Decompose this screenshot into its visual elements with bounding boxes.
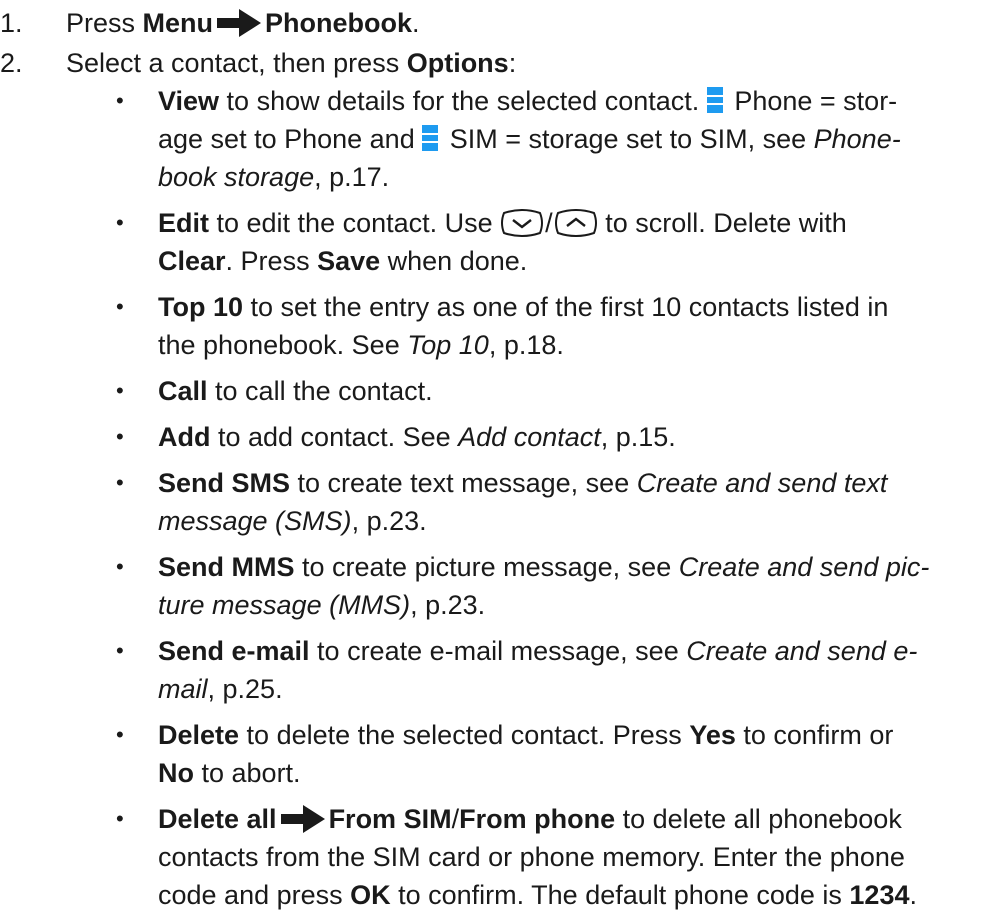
reference: Create and send text [636, 468, 888, 498]
step-number: 1. [0, 8, 23, 38]
clear-label: Clear [158, 246, 226, 276]
item-label: Edit [158, 208, 209, 238]
step-number: 2. [0, 48, 23, 78]
options-list: • View to show details for the selected … [0, 82, 997, 922]
list-item-delete: • Delete to delete the selected contact.… [0, 716, 997, 792]
bullet: • [116, 554, 124, 579]
bullet: • [116, 638, 124, 663]
storage-icon [706, 87, 723, 113]
bullet: • [116, 294, 124, 319]
item-label: Top 10 [158, 292, 244, 322]
item-label: Delete all [158, 804, 277, 834]
phonebook-label: Phonebook [265, 8, 413, 38]
list-item-top10: • Top 10 to set the entry as one of the … [0, 288, 997, 364]
manual-page: 1. Press Menu Phonebook. 2. Select a cont… [0, 0, 997, 910]
step-text: Press Menu Phonebook. [66, 8, 420, 38]
reference: Create and send pic- [678, 552, 930, 582]
from-phone-label: From phone [459, 804, 616, 834]
list-item-send-mms: • Send MMS to create picture message, se… [0, 548, 997, 624]
no-label: No [158, 758, 194, 788]
reference: book storage [158, 162, 315, 192]
scroll-down-key-icon [501, 209, 544, 237]
ok-label: OK [350, 880, 391, 910]
list-item-edit: • Edit to edit the contact. Use / to scr… [0, 204, 997, 280]
bullet: • [116, 722, 124, 747]
list-item-send-email: • Send e-mail to create e-mail message, … [0, 632, 997, 708]
bullet: • [116, 424, 124, 449]
item-label: Send MMS [158, 552, 295, 582]
right-arrow-icon [217, 9, 262, 37]
step-text: Select a contact, then press Options: [66, 48, 517, 78]
reference: mail [158, 674, 208, 704]
reference: Phone- [813, 124, 901, 154]
item-label: Send e-mail [158, 636, 310, 666]
from-sim-label: From SIM [328, 804, 452, 834]
reference: Add contact [458, 422, 601, 452]
item-label: View [158, 86, 220, 116]
bullet: • [116, 88, 124, 113]
item-label: Delete [158, 720, 240, 750]
list-item-delete-all: • Delete all From SIM/From phone to delet… [0, 800, 997, 914]
save-label: Save [317, 246, 381, 276]
yes-label: Yes [689, 720, 736, 750]
list-item-view: • View to show details for the selected … [0, 82, 997, 196]
right-arrow-icon [280, 805, 325, 833]
reference: Top 10 [407, 330, 489, 360]
bullet: • [116, 378, 124, 403]
storage-icon [422, 125, 439, 151]
default-code: 1234 [849, 880, 910, 910]
options-label: Options [406, 48, 509, 78]
list-item-add: • Add to add contact. See Add contact, p… [0, 418, 997, 456]
bullet: • [116, 470, 124, 495]
bullet: • [116, 806, 124, 831]
menu-label: Menu [142, 8, 214, 38]
item-label: Add [158, 422, 211, 452]
reference: message (SMS) [158, 506, 352, 536]
reference: ture message (MMS) [158, 590, 411, 620]
item-label: Call [158, 376, 208, 406]
list-item-send-sms: • Send SMS to create text message, see C… [0, 464, 997, 540]
scroll-up-key-icon [554, 209, 597, 237]
list-item-call: • Call to call the contact. [0, 372, 997, 410]
reference: Create and send e- [686, 636, 918, 666]
item-label: Send SMS [158, 468, 291, 498]
bullet: • [116, 210, 124, 235]
